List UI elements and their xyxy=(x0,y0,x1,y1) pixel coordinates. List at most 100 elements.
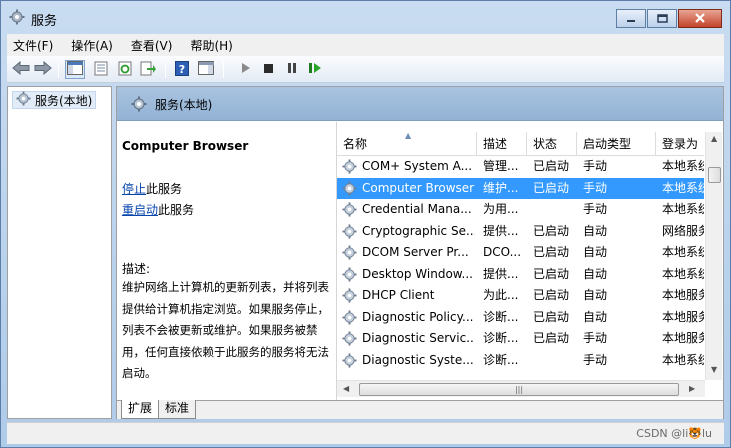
scroll-left-icon[interactable]: ◀ xyxy=(343,384,349,393)
refresh-button[interactable] xyxy=(115,60,135,79)
menu-file[interactable]: 文件(F) xyxy=(13,37,53,54)
restart-service-button[interactable] xyxy=(305,60,325,79)
gear-icon xyxy=(16,91,31,109)
help-button[interactable]: ? xyxy=(172,60,192,79)
cell-startup-type: 自动 xyxy=(583,309,608,324)
console-tree: 服务(本地) xyxy=(7,86,112,419)
cell-startup-type: 自动 xyxy=(583,288,608,302)
menu-help[interactable]: 帮助(H) xyxy=(190,37,232,54)
cell-log-on-as: 网络服务 xyxy=(662,223,704,238)
column-header-status-label: 状态 xyxy=(533,137,558,151)
services-list: ▲ 名称 描述 状态 启动类型 登录为 COM+ System A... 管理..… xyxy=(336,122,722,400)
cell-log-on-as: 本地服务 xyxy=(662,288,704,302)
column-header-name-label: 名称 xyxy=(343,137,368,151)
properties-button[interactable] xyxy=(91,60,111,79)
cell-startup-type: 手动 xyxy=(583,202,608,216)
vertical-scrollbar[interactable]: ▲ ▼ xyxy=(705,132,722,380)
cell-name: Diagnostic Policy... xyxy=(362,309,474,324)
export-list-button[interactable] xyxy=(138,60,158,79)
cell-log-on-as: 本地系统 xyxy=(662,180,704,195)
table-row[interactable]: DHCP Client 为此... 已启动自动 本地服务 xyxy=(337,285,704,307)
column-header-log-on-as-label: 登录为 xyxy=(662,137,699,151)
back-arrow-icon xyxy=(12,60,30,78)
table-row[interactable]: Diagnostic Syste... 诊断... 手动 本地系统 xyxy=(337,350,704,372)
services-window: 服务 文件(F) 操作(A) 查看(V) 帮助(H) ? 服务(本地) 服务(本… xyxy=(0,0,731,448)
cell-status: 已启动 xyxy=(533,223,570,238)
table-row[interactable]: Diagnostic Policy... 诊断... 已启动自动 本地服务 xyxy=(337,307,704,329)
show-hide-tree-button[interactable] xyxy=(65,60,85,79)
cell-startup-type: 手动 xyxy=(583,159,608,173)
table-row[interactable]: COM+ System A... 管理... 已启动手动 本地系统 xyxy=(337,156,704,178)
description-text: 维护网络上计算机的更新列表，并将列表提供给计算机指定浏览。如果服务停止，列表不会… xyxy=(122,280,329,380)
table-row[interactable]: Cryptographic Se... 提供... 已启动自动 网络服务 xyxy=(337,221,704,243)
table-row[interactable]: Computer Browser 维护... 已启动手动 本地系统 xyxy=(337,177,704,199)
show-hide-action-pane-button[interactable] xyxy=(196,60,216,79)
cell-log-on-as: 本地系统 xyxy=(662,266,704,281)
help-icon: ? xyxy=(175,60,189,79)
menu-view[interactable]: 查看(V) xyxy=(131,37,173,54)
status-bar: CSDN @li🐯lu xyxy=(7,422,724,444)
stop-action: 停止此服务 xyxy=(122,180,182,197)
watermark-text: CSDN @li🐯lu xyxy=(636,427,712,440)
cell-status: 已启动 xyxy=(533,245,570,259)
cell-name: COM+ System A... xyxy=(362,159,473,173)
restart-service-icon xyxy=(308,62,322,77)
cell-startup-type: 自动 xyxy=(583,266,608,281)
cell-description: 提供... xyxy=(483,266,519,281)
cell-name: Diagnostic Servic... xyxy=(362,331,475,345)
table-row[interactable]: Diagnostic Servic... 诊断... 已启动手动 本地服务 xyxy=(337,328,704,350)
horizontal-scroll-thumb[interactable]: ||| xyxy=(359,383,679,396)
gear-icon xyxy=(342,352,357,368)
tab-standard[interactable]: 标准 xyxy=(158,400,197,419)
title-bar[interactable]: 服务 xyxy=(1,1,730,33)
cell-startup-type: 手动 xyxy=(583,331,608,345)
stop-service-link[interactable]: 停止 xyxy=(122,182,146,196)
minimize-button[interactable] xyxy=(616,9,646,28)
description-label: 描述: xyxy=(122,262,151,276)
back-button[interactable] xyxy=(11,60,31,79)
pause-service-button[interactable] xyxy=(282,60,302,79)
cell-description: DCO... xyxy=(483,245,522,259)
cell-description: 诊断... xyxy=(483,352,519,367)
stop-service-button[interactable] xyxy=(258,60,278,79)
tree-node-label: 服务(本地) xyxy=(35,93,93,108)
column-header-log-on-as[interactable]: 登录为 xyxy=(656,132,704,156)
cell-log-on-as: 本地服务 xyxy=(662,309,704,324)
column-header-startup-type[interactable]: 启动类型 xyxy=(577,132,656,156)
column-header-description[interactable]: 描述 xyxy=(477,132,527,156)
column-header-name[interactable]: ▲ 名称 xyxy=(337,132,477,156)
cell-description: 管理... xyxy=(483,159,519,173)
cell-name: Cryptographic Se... xyxy=(362,223,475,238)
start-service-button[interactable] xyxy=(235,60,255,79)
gear-icon xyxy=(342,180,357,196)
gear-icon xyxy=(9,9,25,25)
cell-log-on-as: 本地服务 xyxy=(662,331,704,345)
tree-node-services-local[interactable]: 服务(本地) xyxy=(12,91,97,109)
main-pane: 服务(本地) Computer Browser 停止此服务 重启动此服务 描述:… xyxy=(116,86,724,419)
close-icon xyxy=(694,12,706,26)
toolbar: ? xyxy=(7,56,724,83)
scroll-down-icon[interactable]: ▼ xyxy=(711,365,717,374)
scroll-up-icon[interactable]: ▲ xyxy=(711,134,717,143)
table-row[interactable]: Desktop Window... 提供... 已启动自动 本地系统 xyxy=(337,264,704,286)
gear-icon xyxy=(342,266,357,282)
maximize-button[interactable] xyxy=(647,9,677,28)
vertical-scroll-thumb[interactable] xyxy=(708,167,721,183)
close-button[interactable] xyxy=(678,9,722,28)
horizontal-scrollbar[interactable]: ◀ ||| ▶ xyxy=(337,380,705,397)
cell-description: 维护... xyxy=(483,180,519,195)
stop-service-icon xyxy=(262,62,274,77)
cell-status xyxy=(533,199,577,221)
menu-action[interactable]: 操作(A) xyxy=(71,37,113,54)
cell-description: 提供... xyxy=(483,223,519,238)
tab-extended[interactable]: 扩展 xyxy=(121,400,160,419)
scroll-right-icon[interactable]: ▶ xyxy=(689,384,695,393)
column-header-status[interactable]: 状态 xyxy=(527,132,577,156)
restart-service-link[interactable]: 重启动 xyxy=(122,203,158,217)
cell-name: Credential Mana... xyxy=(362,202,472,216)
forward-button[interactable] xyxy=(33,60,53,79)
table-row[interactable]: DCOM Server Pr... DCO... 已启动自动 本地系统 xyxy=(337,242,704,264)
table-row[interactable]: Credential Mana... 为用... 手动 本地系统 xyxy=(337,199,704,221)
cell-log-on-as: 本地系统 xyxy=(662,202,704,216)
cell-status: 已启动 xyxy=(533,309,570,324)
